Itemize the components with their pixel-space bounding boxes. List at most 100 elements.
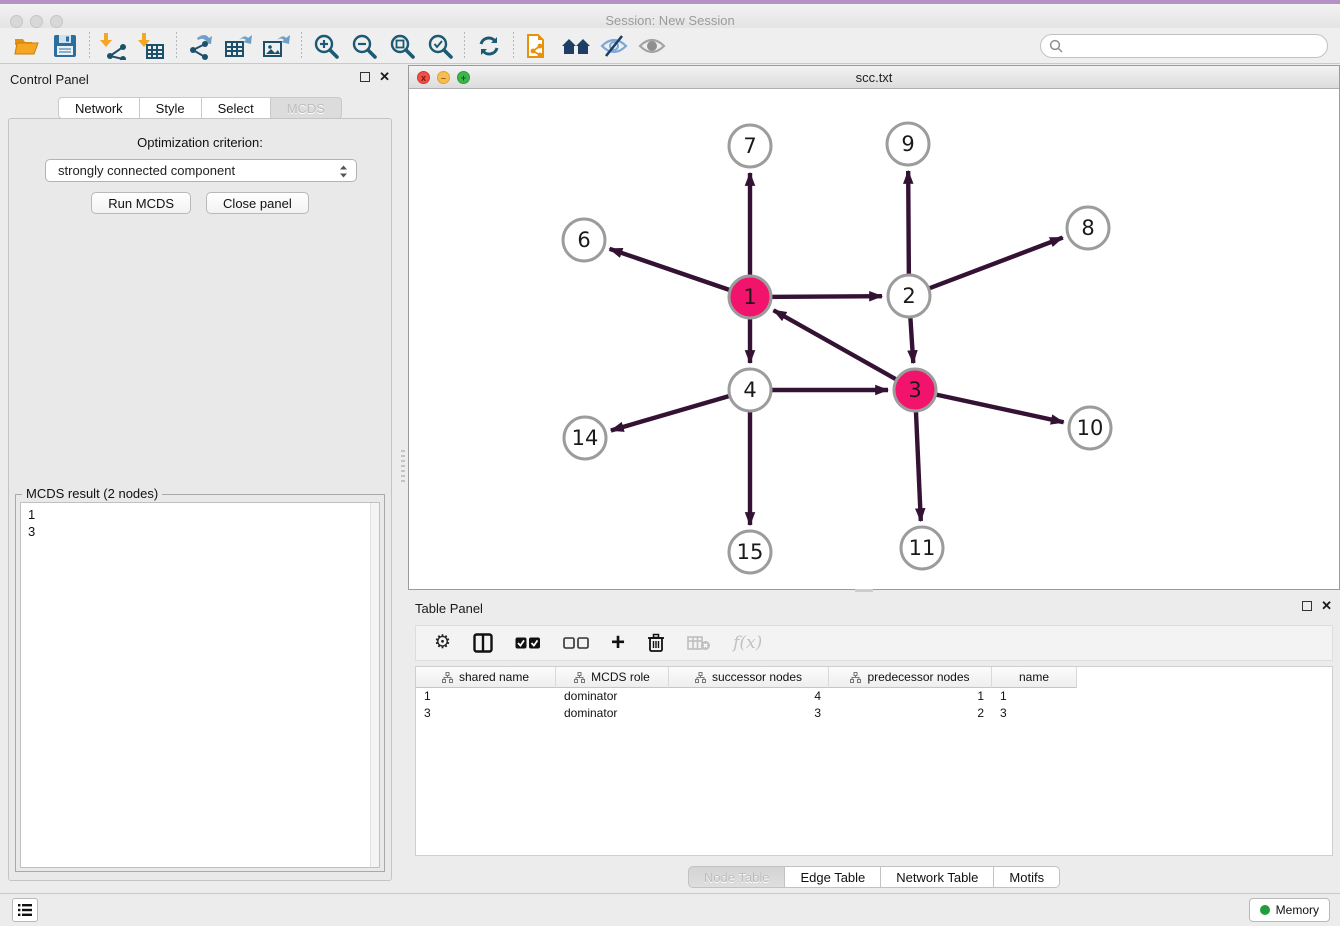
export-table-icon[interactable]	[220, 30, 258, 62]
app-titlebar: Session: New Session	[0, 4, 1340, 28]
function-builder-icon: f(x)	[733, 633, 762, 653]
toolbar-separator	[176, 32, 177, 60]
toolbar-separator	[513, 32, 514, 60]
optimization-criterion-select[interactable]: strongly connected component	[45, 159, 357, 182]
toolbar-separator	[464, 32, 465, 60]
table-settings-gear-icon[interactable]: ⚙	[434, 633, 451, 653]
search-field[interactable]	[1040, 34, 1328, 58]
window-title: Session: New Session	[0, 13, 1340, 28]
main-toolbar	[0, 28, 1340, 64]
table-cell[interactable]: 1	[992, 688, 1077, 705]
graph-node-label-8: 8	[1081, 216, 1094, 240]
search-icon	[1049, 39, 1063, 53]
vertical-split-grip[interactable]	[401, 450, 405, 484]
add-column-icon[interactable]: +	[611, 633, 625, 653]
graph-edge-3-1[interactable]	[774, 310, 915, 390]
column-view-icon[interactable]	[473, 633, 493, 653]
mcds-result-groupbox: MCDS result (2 nodes) 13	[15, 494, 385, 872]
export-image-icon[interactable]	[258, 30, 296, 62]
table-cell[interactable]: dominator	[556, 688, 669, 705]
tab-network-table[interactable]: Network Table	[881, 866, 994, 888]
optimization-criterion-value: strongly connected component	[58, 163, 235, 178]
graph-node-label-11: 11	[909, 536, 936, 560]
zoom-fit-icon[interactable]	[383, 30, 421, 62]
network-canvas[interactable]: 7968124314101511	[409, 89, 1339, 589]
graph-node-label-3: 3	[908, 378, 921, 402]
table-cell[interactable]: 3	[416, 705, 556, 722]
home-icon[interactable]	[557, 30, 595, 62]
horizontal-split-grip[interactable]	[855, 589, 873, 592]
float-panel-icon[interactable]	[360, 72, 370, 82]
memory-label: Memory	[1276, 903, 1319, 917]
import-table-icon[interactable]	[133, 30, 171, 62]
column-header-predecessor-nodes[interactable]: predecessor nodes	[829, 667, 992, 688]
tab-network[interactable]: Network	[58, 97, 140, 119]
graph-node-label-15: 15	[737, 540, 764, 564]
table-cell[interactable]: 1	[416, 688, 556, 705]
show-panels-button[interactable]	[12, 898, 38, 922]
list-icon	[17, 903, 33, 917]
table-cell[interactable]: 3	[669, 705, 829, 722]
graph-edge-2-8[interactable]	[909, 238, 1063, 296]
network-window-title: scc.txt	[409, 70, 1339, 85]
table-cell[interactable]: 1	[829, 688, 992, 705]
column-header-name[interactable]: name	[992, 667, 1077, 688]
hide-eye-icon[interactable]	[595, 30, 633, 62]
node-table: shared nameMCDS rolesuccessor nodesprede…	[415, 666, 1333, 856]
chevron-updown-icon	[339, 164, 348, 179]
tab-motifs[interactable]: Motifs	[994, 866, 1060, 888]
graph-edge-3-10[interactable]	[915, 390, 1064, 422]
close-table-panel-icon[interactable]: ✕	[1321, 601, 1332, 611]
column-header-shared-name[interactable]: shared name	[416, 667, 556, 688]
delete-column-icon[interactable]	[647, 633, 665, 653]
network-window-titlebar[interactable]: x – + scc.txt	[409, 66, 1339, 89]
result-scrollbar[interactable]	[370, 503, 379, 867]
table-toolbar: ⚙ + f(x)	[415, 625, 1333, 661]
select-all-columns-icon[interactable]	[515, 637, 541, 650]
save-session-icon[interactable]	[46, 30, 84, 62]
tab-style[interactable]: Style	[140, 97, 202, 119]
table-row[interactable]: 1dominator411	[416, 688, 1332, 705]
column-header-successor-nodes[interactable]: successor nodes	[669, 667, 829, 688]
tab-mcds[interactable]: MCDS	[271, 97, 342, 119]
control-panel-title: Control Panel	[10, 72, 89, 87]
table-cell[interactable]: 4	[669, 688, 829, 705]
graph-node-label-2: 2	[902, 284, 915, 308]
refresh-icon[interactable]	[470, 30, 508, 62]
float-table-panel-icon[interactable]	[1302, 601, 1312, 611]
export-network-icon[interactable]	[182, 30, 220, 62]
close-panel-button[interactable]: Close panel	[206, 192, 309, 214]
zoom-out-icon[interactable]	[345, 30, 383, 62]
run-mcds-button[interactable]: Run MCDS	[91, 192, 191, 214]
table-cell[interactable]: 3	[992, 705, 1077, 722]
close-panel-icon[interactable]: ✕	[379, 72, 390, 82]
graph-node-label-1: 1	[743, 285, 756, 309]
table-cell[interactable]: dominator	[556, 705, 669, 722]
zoom-selected-icon[interactable]	[421, 30, 459, 62]
result-line: 1	[28, 506, 379, 523]
graph-node-label-7: 7	[743, 134, 756, 158]
tab-node-table[interactable]: Node Table	[688, 866, 786, 888]
table-body[interactable]: 1dominator4113dominator323	[416, 688, 1332, 722]
optimization-criterion-label: Optimization criterion:	[9, 135, 391, 150]
deselect-all-columns-icon[interactable]	[563, 637, 589, 650]
search-input[interactable]	[1068, 37, 1327, 55]
column-header-mcds-role[interactable]: MCDS role	[556, 667, 669, 688]
table-row[interactable]: 3dominator323	[416, 705, 1332, 722]
tab-edge-table[interactable]: Edge Table	[785, 866, 881, 888]
open-session-icon[interactable]	[8, 30, 46, 62]
duplicate-network-icon[interactable]	[519, 30, 557, 62]
mcds-result-list[interactable]: 13	[20, 502, 380, 868]
control-panel: Control Panel ✕ NetworkStyleSelectMCDS O…	[0, 64, 400, 892]
graph-node-label-14: 14	[572, 426, 599, 450]
memory-button[interactable]: Memory	[1249, 898, 1330, 922]
result-line: 3	[28, 523, 379, 540]
tab-select[interactable]: Select	[202, 97, 271, 119]
zoom-in-icon[interactable]	[307, 30, 345, 62]
table-panel-title: Table Panel	[415, 601, 483, 616]
import-network-icon[interactable]	[95, 30, 133, 62]
table-panel-header: Table Panel ✕	[408, 595, 1340, 621]
toolbar-separator	[301, 32, 302, 60]
control-panel-header: Control Panel ✕	[0, 64, 400, 94]
table-cell[interactable]: 2	[829, 705, 992, 722]
